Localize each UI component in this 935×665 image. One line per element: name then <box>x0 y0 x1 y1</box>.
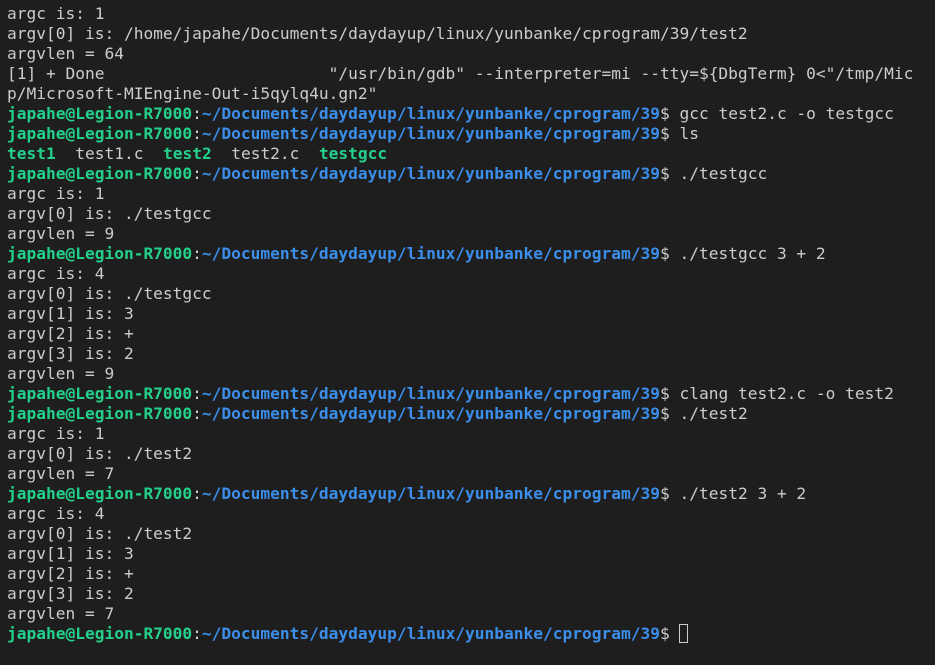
output-line: argvlen = 64 <box>7 44 124 63</box>
prompt-user: japahe@Legion-R7000 <box>7 104 193 123</box>
prompt-line: japahe@Legion-R7000:~/Documents/daydayup… <box>7 104 935 124</box>
executable-file: testgcc <box>318 144 388 163</box>
prompt-sigil: $ <box>659 124 680 143</box>
output-line: argvlen = 9 <box>7 364 115 383</box>
prompt-user: japahe@Legion-R7000 <box>7 484 193 503</box>
executable-file: test2 <box>162 144 212 163</box>
ls-entry <box>212 144 232 163</box>
prompt-user: japahe@Legion-R7000 <box>7 384 193 403</box>
terminal-window[interactable]: argc is: 1 argv[0] is: /home/japahe/Docum… <box>0 0 935 665</box>
prompt-path: ~/Documents/daydayup/linux/yunbanke/cpro… <box>201 624 660 643</box>
prompt-separator: : <box>192 104 202 123</box>
command-text: clang test2.c -o test2 <box>679 384 894 403</box>
prompt-separator: : <box>192 384 202 403</box>
prompt-path: ~/Documents/daydayup/linux/yunbanke/cpro… <box>201 164 660 183</box>
prompt-path: ~/Documents/daydayup/linux/yunbanke/cpro… <box>201 124 660 143</box>
output-line: argv[0] is: ./testgcc <box>7 284 212 303</box>
ls-output-line: test1 test1.c test2 test2.c testgcc <box>7 144 935 164</box>
output-line: argc is: 1 <box>7 424 105 443</box>
prompt-path: ~/Documents/daydayup/linux/yunbanke/cpro… <box>201 244 660 263</box>
output-line: argc is: 4 <box>7 264 105 283</box>
prompt-user: japahe@Legion-R7000 <box>7 624 193 643</box>
output-line: argv[0] is: ./testgcc <box>7 204 212 223</box>
output-line: argv[2] is: + <box>7 564 134 583</box>
prompt-sigil: $ <box>659 384 680 403</box>
prompt-line: japahe@Legion-R7000:~/Documents/daydayup… <box>7 164 935 184</box>
prompt-line: japahe@Legion-R7000:~/Documents/daydayup… <box>7 384 935 404</box>
prompt-line: japahe@Legion-R7000:~/Documents/daydayup… <box>7 244 935 264</box>
output-line: argv[2] is: + <box>7 324 134 343</box>
prompt-path: ~/Documents/daydayup/linux/yunbanke/cpro… <box>201 104 660 123</box>
output-line: argvlen = 7 <box>7 604 115 623</box>
prompt-line: japahe@Legion-R7000:~/Documents/daydayup… <box>7 404 935 424</box>
output-line: argv[0] is: ./test2 <box>7 444 193 463</box>
output-line: argc is: 1 <box>7 184 105 203</box>
output-line: argvlen = 9 <box>7 224 115 243</box>
prompt-separator: : <box>192 624 202 643</box>
command-text: ./testgcc 3 + 2 <box>679 244 826 263</box>
prompt-sigil: $ <box>659 484 680 503</box>
prompt-user: japahe@Legion-R7000 <box>7 164 193 183</box>
output-line: argv[1] is: 3 <box>7 304 134 323</box>
prompt-sigil: $ <box>659 624 680 643</box>
ls-entry <box>143 144 163 163</box>
prompt-separator: : <box>192 124 202 143</box>
prompt-sigil: $ <box>659 104 680 123</box>
prompt-sigil: $ <box>659 164 680 183</box>
command-text: gcc test2.c -o testgcc <box>679 104 894 123</box>
command-text: ./test2 <box>679 404 748 423</box>
prompt-path: ~/Documents/daydayup/linux/yunbanke/cpro… <box>201 384 660 403</box>
active-prompt-line: japahe@Legion-R7000:~/Documents/daydayup… <box>7 624 935 644</box>
output-line: argc is: 1 <box>7 4 105 23</box>
executable-file: test1 <box>7 144 56 163</box>
command-text: ./test2 3 + 2 <box>679 484 807 503</box>
prompt-user: japahe@Legion-R7000 <box>7 124 193 143</box>
prompt-separator: : <box>192 404 202 423</box>
prompt-separator: : <box>192 484 202 503</box>
prompt-user: japahe@Legion-R7000 <box>7 404 193 423</box>
prompt-sigil: $ <box>659 404 680 423</box>
prompt-separator: : <box>192 244 202 263</box>
ls-entry <box>299 144 319 163</box>
output-line: argv[3] is: 2 <box>7 584 134 603</box>
output-line: argvlen = 7 <box>7 464 115 483</box>
output-line: argv[0] is: ./test2 <box>7 524 193 543</box>
prompt-line: japahe@Legion-R7000:~/Documents/daydayup… <box>7 484 935 504</box>
output-line: p/Microsoft-MIEngine-Out-i5qylq4u.gn2" <box>7 84 378 103</box>
output-line: argc is: 4 <box>7 504 105 523</box>
ls-entry: test2.c <box>231 144 300 163</box>
command-text: ./testgcc <box>679 164 768 183</box>
ls-entry <box>56 144 76 163</box>
output-line: [1] + Done "/usr/bin/gdb" --interpreter=… <box>7 64 914 83</box>
output-line: argv[0] is: /home/japahe/Documents/dayda… <box>7 24 748 43</box>
prompt-line: japahe@Legion-R7000:~/Documents/daydayup… <box>7 124 935 144</box>
cursor <box>679 624 689 643</box>
prompt-user: japahe@Legion-R7000 <box>7 244 193 263</box>
output-line: argv[1] is: 3 <box>7 544 134 563</box>
prompt-path: ~/Documents/daydayup/linux/yunbanke/cpro… <box>201 404 660 423</box>
prompt-path: ~/Documents/daydayup/linux/yunbanke/cpro… <box>201 484 660 503</box>
output-line: argv[3] is: 2 <box>7 344 134 363</box>
command-text: ls <box>679 124 699 143</box>
prompt-separator: : <box>192 164 202 183</box>
prompt-sigil: $ <box>659 244 680 263</box>
ls-entry: test1.c <box>75 144 144 163</box>
